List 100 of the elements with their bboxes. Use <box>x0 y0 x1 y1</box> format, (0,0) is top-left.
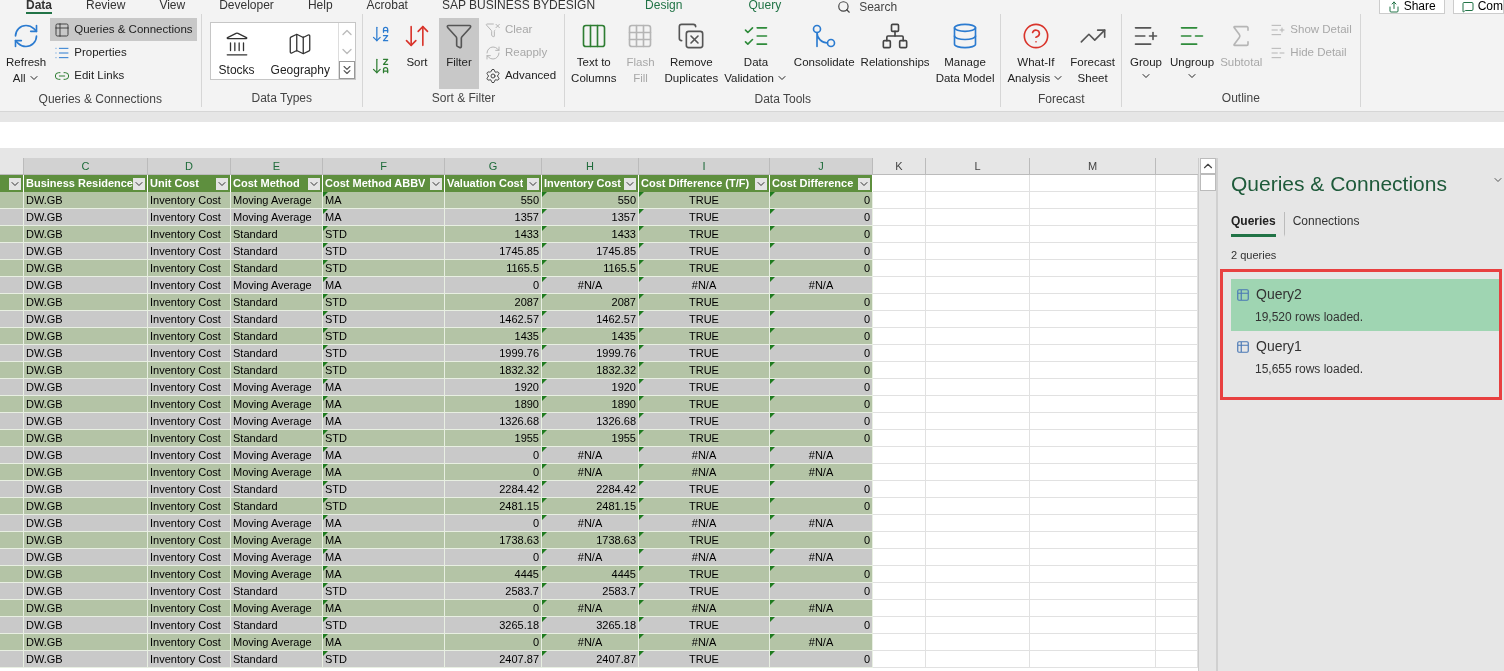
ribbon-button[interactable]: Sort <box>396 18 437 89</box>
table-cell-text: Inventory Cost <box>150 413 221 429</box>
group-label: Data Tools <box>753 91 812 108</box>
table-cell-text: Standard <box>233 498 278 514</box>
ribbon-button[interactable]: Consolidate <box>791 18 857 90</box>
filter-dropdown-icon[interactable] <box>527 177 539 190</box>
column-header[interactable]: K <box>873 158 926 174</box>
ribbon-tab[interactable]: Developer <box>219 0 274 14</box>
share-button[interactable]: Share <box>1378 0 1445 14</box>
ribbon-button[interactable]: Refresh All <box>4 18 49 90</box>
ribbon-tab[interactable]: View <box>159 0 186 14</box>
ribbon-tab[interactable]: Query <box>732 0 798 14</box>
table-cell-text: 3265.18 <box>499 617 539 633</box>
table-cell-text: 2583.7 <box>602 583 636 599</box>
table-cell-text: 0 <box>863 345 870 361</box>
filter-dropdown-icon[interactable] <box>858 177 870 190</box>
table-cell-text: DW.GB <box>26 651 63 667</box>
table-cell-text: DW.GB <box>26 345 63 361</box>
gallery-item[interactable]: Geography <box>262 23 338 79</box>
filter-dropdown-icon[interactable] <box>755 177 767 190</box>
ribbon-button[interactable]: Text to Columns <box>569 18 619 90</box>
table-cell-text: #N/A <box>577 549 603 565</box>
table-cell-text: TRUE <box>689 226 719 242</box>
table-cell-text: 1955 <box>514 430 539 446</box>
table-cell-text: TRUE <box>689 294 719 310</box>
table-cell-text: STD <box>325 498 347 514</box>
more-icon[interactable] <box>338 61 355 79</box>
ribbon-tab[interactable]: Review <box>86 0 126 14</box>
column-header[interactable]: I <box>639 158 770 174</box>
table-cell-text: DW.GB <box>26 498 63 514</box>
what-if-icon <box>1021 22 1050 50</box>
ribbon-tab[interactable]: Help <box>307 0 333 14</box>
scroll-up-icon[interactable] <box>1199 158 1216 174</box>
column-header[interactable]: M <box>1030 158 1156 174</box>
ribbon-button[interactable]: Properties <box>50 41 197 64</box>
table-cell-text: 1745.85 <box>596 243 636 259</box>
table-cell-text: 1433 <box>514 226 539 242</box>
table-cell-text: 0 <box>863 209 870 225</box>
ribbon-button[interactable]: Group <box>1126 18 1166 89</box>
filter-dropdown-icon[interactable] <box>624 177 636 190</box>
column-header[interactable]: J <box>770 158 873 174</box>
column-header[interactable]: L <box>926 158 1030 174</box>
table-cell-text: TRUE <box>689 651 719 667</box>
table-cell-text: #N/A <box>808 277 834 293</box>
table-cell-text: 0 <box>863 226 870 242</box>
column-header[interactable]: F <box>323 158 445 174</box>
table-cell-text: Inventory Cost <box>150 634 221 650</box>
table-cell-text: 2407.87 <box>596 651 636 667</box>
table-cell-text: 0 <box>532 464 539 480</box>
ribbon-button[interactable]: Queries & Connections <box>50 18 197 41</box>
vertical-scrollbar[interactable] <box>1198 158 1216 671</box>
table-cell-text: 2583.7 <box>505 583 539 599</box>
ribbon-button[interactable]: Ungroup <box>1168 18 1217 89</box>
table-cell-text: DW.GB <box>26 260 63 276</box>
table-cell-text: STD <box>325 243 347 259</box>
ribbon-button[interactable]: Forecast Sheet <box>1068 18 1117 90</box>
ribbon-button[interactable]: Filter <box>438 18 479 89</box>
table-header-cell: Cost Method <box>231 175 323 192</box>
table-cell-text: DW.GB <box>26 226 63 242</box>
search-field[interactable]: Search <box>837 0 898 14</box>
column-header[interactable]: G <box>445 158 542 174</box>
ribbon-button[interactable]: Remove Duplicates <box>662 18 721 90</box>
filter-dropdown-icon[interactable] <box>216 177 228 190</box>
ribbon-tab[interactable]: Acrobat <box>366 0 408 14</box>
panel-title: Queries & Connections <box>1231 171 1447 197</box>
share-icon <box>1387 0 1400 13</box>
query-item[interactable]: Query2 19,520 rows loaded. <box>1231 279 1499 331</box>
panel-tab[interactable]: Connections <box>1283 211 1360 237</box>
column-header[interactable]: C <box>24 158 148 174</box>
comments-button[interactable]: Com <box>1452 0 1504 14</box>
ribbon-button[interactable]: Advanced <box>480 64 561 87</box>
ribbon-tab[interactable]: Design <box>629 0 699 14</box>
filter-dropdown-icon[interactable] <box>430 177 442 190</box>
column-header[interactable]: H <box>542 158 639 174</box>
ribbon-button[interactable]: Edit Links <box>50 64 197 87</box>
filter-dropdown-icon[interactable] <box>133 177 145 190</box>
filter-icon <box>444 22 473 50</box>
query-item[interactable]: Query1 15,655 rows loaded. <box>1231 331 1499 383</box>
table-cell-text: Standard <box>233 430 278 446</box>
gallery-item[interactable]: Stocks <box>210 23 263 79</box>
table-cell-text: DW.GB <box>26 481 63 497</box>
table-cell-text: STD <box>325 226 347 242</box>
comment-icon <box>1461 0 1474 13</box>
filter-dropdown-icon[interactable] <box>9 177 21 190</box>
filter-dropdown-icon[interactable] <box>308 177 320 190</box>
table-cell-text: Standard <box>233 345 278 361</box>
column-header[interactable]: D <box>148 158 231 174</box>
column-header[interactable]: E <box>231 158 323 174</box>
ribbon-tab[interactable]: SAP BUSINESS BYDESIGN <box>441 0 596 14</box>
table-cell-text: DW.GB <box>26 294 63 310</box>
ribbon-button[interactable]: What-If Analysis <box>1005 18 1067 90</box>
table-cell-text: Inventory Cost <box>150 396 221 412</box>
panel-tab[interactable]: Queries <box>1231 211 1276 237</box>
ribbon-button[interactable]: Manage Data Model <box>933 18 997 90</box>
ribbon-button[interactable]: Relationships <box>858 18 932 90</box>
ribbon-button[interactable]: Data Validation <box>722 18 790 90</box>
table-cell-text: 2481.15 <box>499 498 539 514</box>
scroll-thumb[interactable] <box>1199 174 1216 191</box>
table-cell-text: 0 <box>532 600 539 616</box>
table-cell-text: TRUE <box>689 209 719 225</box>
